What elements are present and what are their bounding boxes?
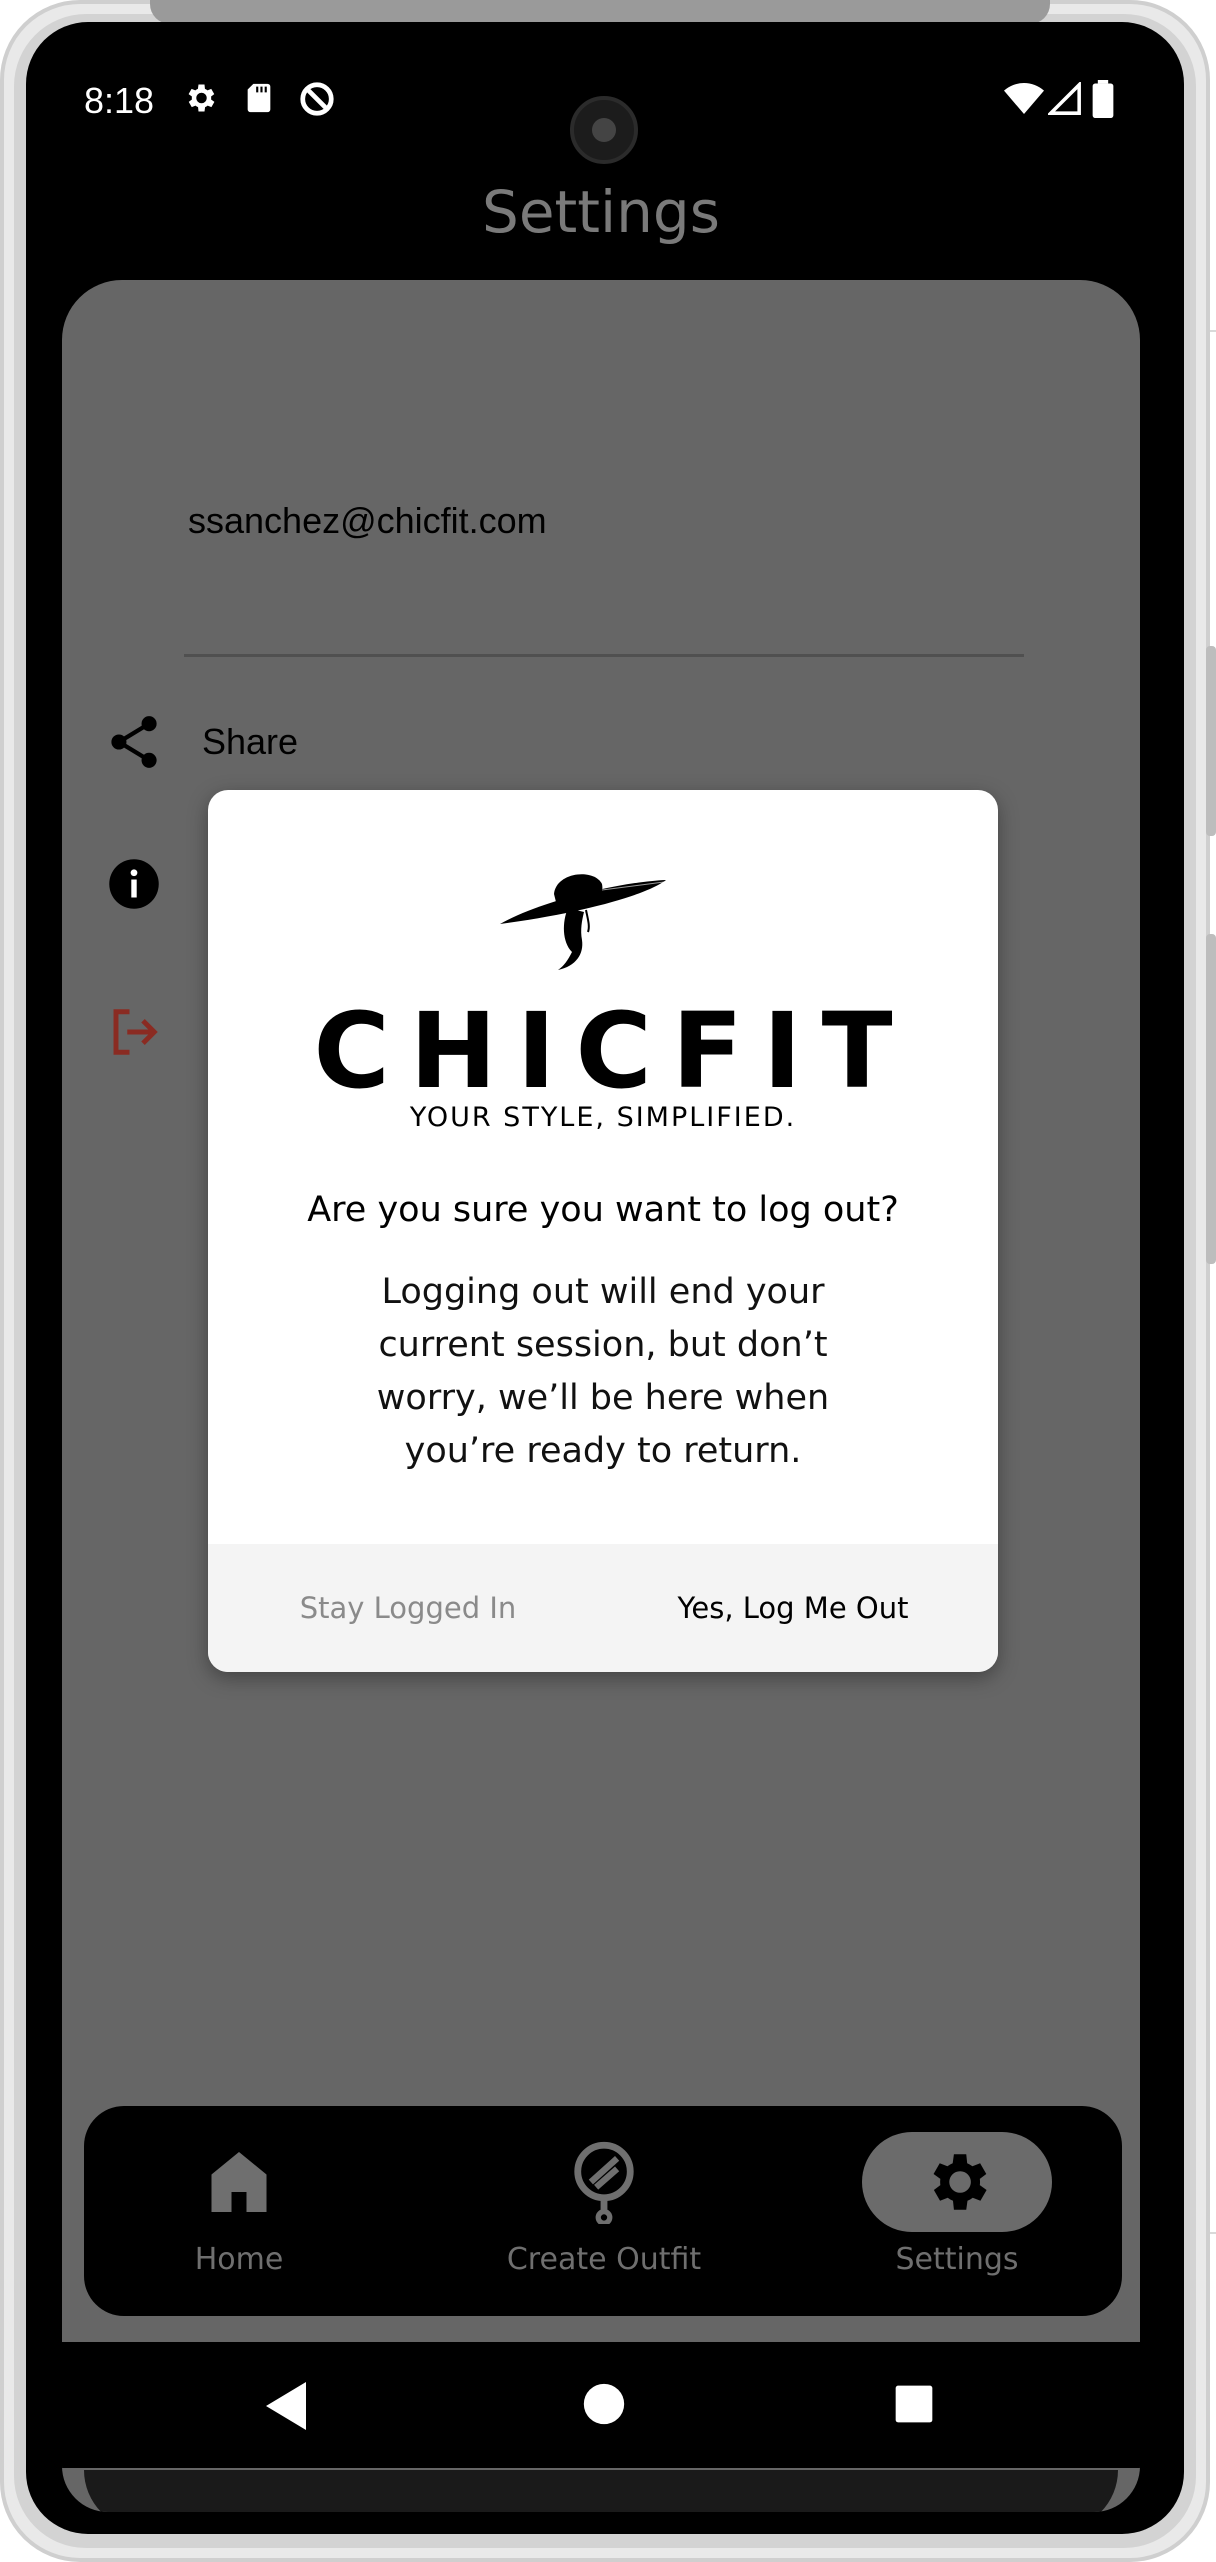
data-saver-icon	[298, 80, 336, 122]
dialog-actions: Stay Logged In Yes, Log Me Out	[208, 1544, 998, 1672]
nav-label: Settings	[895, 2242, 1019, 2277]
nav-label: Home	[194, 2242, 284, 2277]
nav-item-create-outfit[interactable]: Create Outfit	[484, 2106, 724, 2316]
nav-label: Create Outfit	[506, 2242, 702, 2277]
home-icon	[144, 2132, 334, 2232]
mirror-icon	[509, 2132, 699, 2232]
gear-icon	[182, 80, 218, 120]
cell-signal-icon	[1046, 80, 1082, 120]
sd-card-icon	[242, 80, 276, 120]
device-top-edge	[150, 0, 1050, 24]
volume-button	[1206, 646, 1216, 836]
settings-item-share[interactable]: Share	[104, 706, 298, 778]
dialog-title: Are you sure you want to log out?	[307, 1190, 899, 1230]
back-icon[interactable]	[262, 2380, 310, 2436]
nav-item-settings[interactable]: Settings	[862, 2106, 1052, 2316]
home-circle-icon[interactable]	[582, 2382, 626, 2430]
screen: 8:18 Settings ssanchez@chicfit.com Share	[62, 58, 1140, 2512]
divider	[184, 654, 1024, 657]
page-title: Settings	[482, 178, 720, 246]
battery-icon	[1092, 80, 1114, 122]
info-icon	[104, 854, 164, 914]
brand-tagline: YOUR STYLE, SIMPLIFIED.	[409, 1102, 797, 1133]
settings-item-logout[interactable]	[104, 996, 202, 1068]
power-button	[1206, 934, 1216, 1264]
nav-item-home[interactable]: Home	[144, 2106, 334, 2316]
front-camera	[570, 96, 638, 164]
settings-item-label: Share	[202, 721, 299, 762]
device-chin	[84, 2470, 1118, 2512]
logout-icon	[104, 1002, 164, 1062]
confirm-logout-button[interactable]: Yes, Log Me Out	[628, 1544, 958, 1672]
logout-dialog: CHICFIT YOUR STYLE, SIMPLIFIED. Are you …	[208, 790, 998, 1672]
share-icon	[104, 712, 164, 772]
account-email: ssanchez@chicfit.com	[188, 500, 547, 541]
settings-item-info[interactable]	[104, 848, 202, 920]
recents-icon[interactable]	[894, 2384, 934, 2428]
stay-logged-in-button[interactable]: Stay Logged In	[248, 1544, 568, 1672]
wifi-icon	[1004, 82, 1044, 120]
brand-wordmark: CHICFIT	[313, 990, 913, 1112]
bottom-nav: Home Create Outfit Settings	[84, 2106, 1122, 2316]
chicfit-logo-icon	[498, 862, 668, 976]
system-nav-bar	[62, 2342, 1140, 2468]
gear-icon	[862, 2132, 1052, 2232]
dialog-message: Logging out will end your current sessio…	[376, 1272, 830, 1471]
status-time: 8:18	[84, 80, 155, 121]
